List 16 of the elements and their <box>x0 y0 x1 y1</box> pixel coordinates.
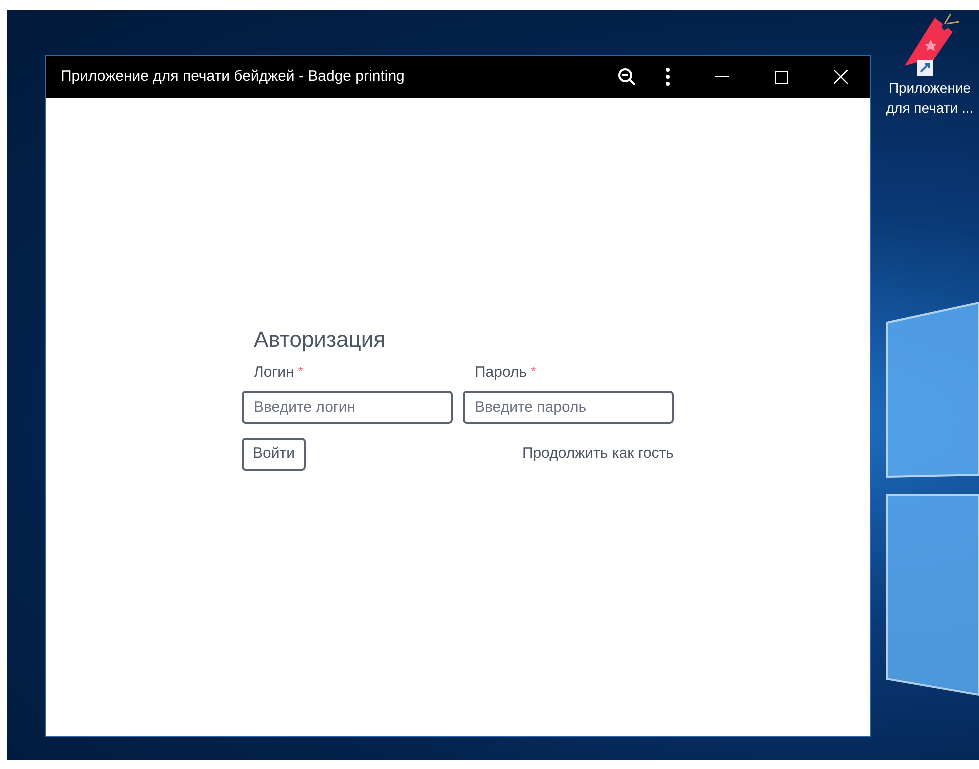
window-title: Приложение для печати бейджей - Badge printing <box>61 66 405 87</box>
field-label: Пароль <box>475 363 528 384</box>
required-mark: * <box>298 363 304 382</box>
zoom-out-icon[interactable] <box>618 68 636 86</box>
input-field[interactable]: Введите логин <box>242 390 453 424</box>
field-label: Логин <box>254 363 294 384</box>
input-field[interactable]: Введите пароль <box>463 390 674 424</box>
required-mark: * <box>531 363 536 382</box>
form-title: Авторизация <box>254 326 387 354</box>
close-icon[interactable] <box>834 70 848 84</box>
maximize-icon[interactable] <box>775 70 788 84</box>
login-button[interactable]: Войти <box>242 438 306 471</box>
desktop-icon-label[interactable]: Приложение для печати ... <box>880 78 979 118</box>
more-options-icon[interactable] <box>666 68 670 86</box>
minimize-icon[interactable] <box>715 76 729 78</box>
guest-link[interactable]: Продолжить как гость <box>522 443 674 466</box>
